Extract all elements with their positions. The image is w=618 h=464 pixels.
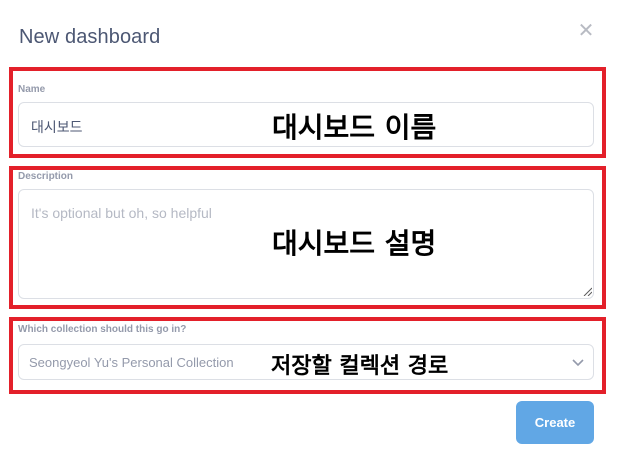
collection-selected-value: Seongyeol Yu's Personal Collection [29, 355, 234, 370]
annotation-name: 대시보드 이름 [272, 111, 437, 144]
name-label: Name [18, 84, 46, 95]
annotation-collection: 저장할 컬렉션 경로 [271, 354, 449, 379]
description-label: Description [18, 171, 74, 182]
description-placeholder: It's optional but oh, so helpful [31, 205, 212, 221]
chevron-down-icon[interactable] [571, 355, 585, 369]
collection-label: Which collection should this go in? [18, 324, 187, 335]
name-input-value: 대시보드 [31, 119, 83, 135]
dialog-title: New dashboard [19, 26, 161, 48]
annotation-description: 대시보드 설명 [272, 227, 437, 260]
close-icon[interactable]: ✕ [576, 20, 596, 42]
create-button[interactable]: Create [516, 401, 594, 444]
resize-handle-icon[interactable] [582, 286, 592, 296]
